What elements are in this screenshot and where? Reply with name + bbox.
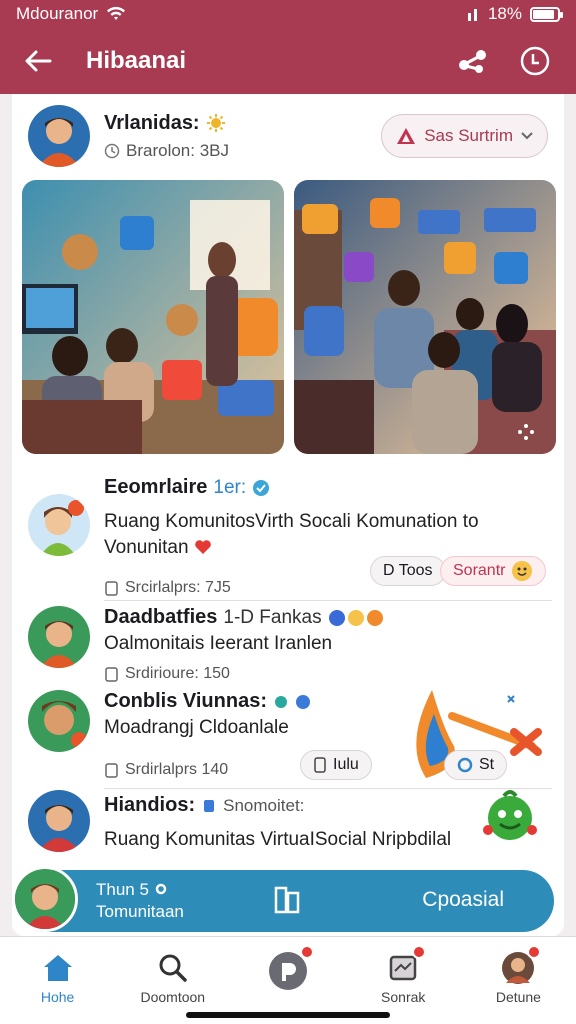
subscribe-label: Sas Surtrim <box>424 126 513 145</box>
home-icon <box>43 955 72 981</box>
banner-line2: Tomunitaan <box>96 902 184 921</box>
app-bar: Hibaanai <box>0 28 576 94</box>
feed-title-1: Eeomrlaire <box>104 476 208 498</box>
battery-icon <box>530 6 563 22</box>
feed-chip-tools-label: D Toos <box>383 562 433 579</box>
feed-avatar-4[interactable] <box>28 790 90 852</box>
doc-icon <box>314 757 326 773</box>
feed-chip-sorantr[interactable]: Sorantr <box>440 556 547 586</box>
feed-chip-sorantr-label: Sorantr <box>453 562 506 579</box>
feed-item-4[interactable]: Hiandios: Snomoitet: Ruang Komunitas Vir… <box>12 790 564 860</box>
tag-icon <box>204 799 215 812</box>
battery-percent: 18% <box>487 4 522 23</box>
feed-chip-tools[interactable]: D Toos <box>370 556 446 586</box>
nav-home[interactable]: Hohe <box>0 937 115 1024</box>
verified-badge-icon <box>253 479 270 496</box>
nav-profile[interactable]: Detune <box>461 937 576 1024</box>
feed-avatar-1[interactable] <box>28 494 90 556</box>
feed-meta-1: Srcirlalprs: 7J5 <box>125 579 231 596</box>
feed-tag-1: 1er: <box>213 476 247 498</box>
feed-item-1[interactable]: Eeomrlaire 1er: Ruang KomunitosVirth Soc… <box>12 472 564 596</box>
share-icon <box>459 50 486 73</box>
sparkle-icons <box>274 694 310 709</box>
nav-home-label: Hohe <box>40 989 75 1005</box>
feed-title-4: Hiandios: <box>104 794 196 816</box>
feed-text-1: Ruang KomunitosVirth Socali Komunation t… <box>104 511 479 558</box>
chevron-down-icon <box>521 132 533 140</box>
wifi-icon <box>107 6 126 20</box>
share-button[interactable] <box>456 44 490 78</box>
gear-icon <box>155 883 166 895</box>
triangle-logo-icon <box>397 128 416 144</box>
back-arrow-icon[interactable] <box>24 49 52 73</box>
clock-button[interactable] <box>518 44 552 78</box>
circle-icon <box>457 757 473 773</box>
feed-avatar-3[interactable] <box>28 690 90 752</box>
banner-avatar <box>12 866 78 932</box>
feed-chip-st-label: St <box>479 756 495 773</box>
feed-chip-st[interactable]: St <box>444 750 508 780</box>
nav-create[interactable] <box>230 937 345 1024</box>
divider-2 <box>104 788 552 789</box>
search-icon <box>159 954 187 982</box>
nav-notifications-label: Sonrak <box>381 989 426 1005</box>
emoji-icon <box>512 561 533 581</box>
doc-icon <box>105 580 118 596</box>
feed-title-3: Conblis Viunnas: <box>104 690 267 712</box>
banner-cta[interactable]: Cpoasial <box>422 888 504 912</box>
feed-meta-3: Srdirlalprs 140 <box>125 761 229 778</box>
post-header: Vrlanidas: Brarolon: 3BJ Sas Surtrim <box>28 104 548 168</box>
subscribe-button[interactable]: Sas Surtrim <box>381 114 548 158</box>
globe-icon <box>104 143 120 158</box>
doc-icon <box>105 762 118 778</box>
feed-item-3[interactable]: Conblis Viunnas: Moadrangj Cldoanlale Sr… <box>12 686 564 782</box>
post-photo-right[interactable] <box>294 180 556 454</box>
doc-icon <box>105 666 118 682</box>
clock-icon <box>520 46 550 76</box>
reaction-icons <box>328 609 383 626</box>
feed-card: Vrlanidas: Brarolon: 3BJ Sas Surtrim Eeo… <box>12 94 564 936</box>
author-avatar[interactable] <box>28 105 90 167</box>
feed-chip-lulu[interactable]: Iulu <box>300 750 372 780</box>
nav-search[interactable]: Doomtoon <box>115 937 230 1024</box>
nav-search-label: Doomtoon <box>140 989 206 1005</box>
home-indicator[interactable] <box>186 1012 390 1018</box>
feed-item-2[interactable]: Daadbatfies 1-D Fankas Oalmonitais Ieera… <box>12 602 564 682</box>
heart-icon <box>195 540 211 554</box>
divider-1 <box>104 600 552 601</box>
feed-text-2: Oalmonitais Ieerant Iranlen <box>104 633 333 654</box>
sun-badge-icon <box>206 114 225 132</box>
feed-avatar-2[interactable] <box>28 606 90 668</box>
signal-icon <box>467 9 477 21</box>
page-title: Hibaanai <box>86 47 187 74</box>
author-name: Vrlanidas: <box>104 111 200 134</box>
nav-profile-label: Detune <box>495 989 541 1005</box>
feed-chip-lulu-label: Iulu <box>333 756 359 773</box>
bottom-nav: Hohe Doomtoon Sonrak Detune <box>0 936 576 1024</box>
post-subtitle: Brarolon: 3BJ <box>126 140 229 160</box>
green-mascot-icon <box>483 790 537 840</box>
banner-line1: Thun 5 <box>96 880 149 899</box>
status-bar: Mdouranor 18% <box>0 0 576 28</box>
nav-create-badge <box>300 945 314 959</box>
nav-notifications-badge <box>412 945 427 959</box>
feed-tag-2: 1-D Fankas <box>223 606 322 628</box>
feed-title-2: Daadbatfies <box>104 606 218 628</box>
feed-meta-2: Srdirioure: 150 <box>125 665 230 682</box>
carrier-name: Mdouranor <box>16 4 99 23</box>
nav-profile-badge <box>527 945 542 959</box>
post-photo-left[interactable] <box>22 180 284 454</box>
document-icon <box>274 886 300 914</box>
feed-tag-4: Snomoitet: <box>223 795 305 815</box>
community-banner[interactable]: Thun 5 Tomunitaan Cpoasial <box>12 866 554 932</box>
nav-notifications[interactable]: Sonrak <box>346 937 461 1024</box>
